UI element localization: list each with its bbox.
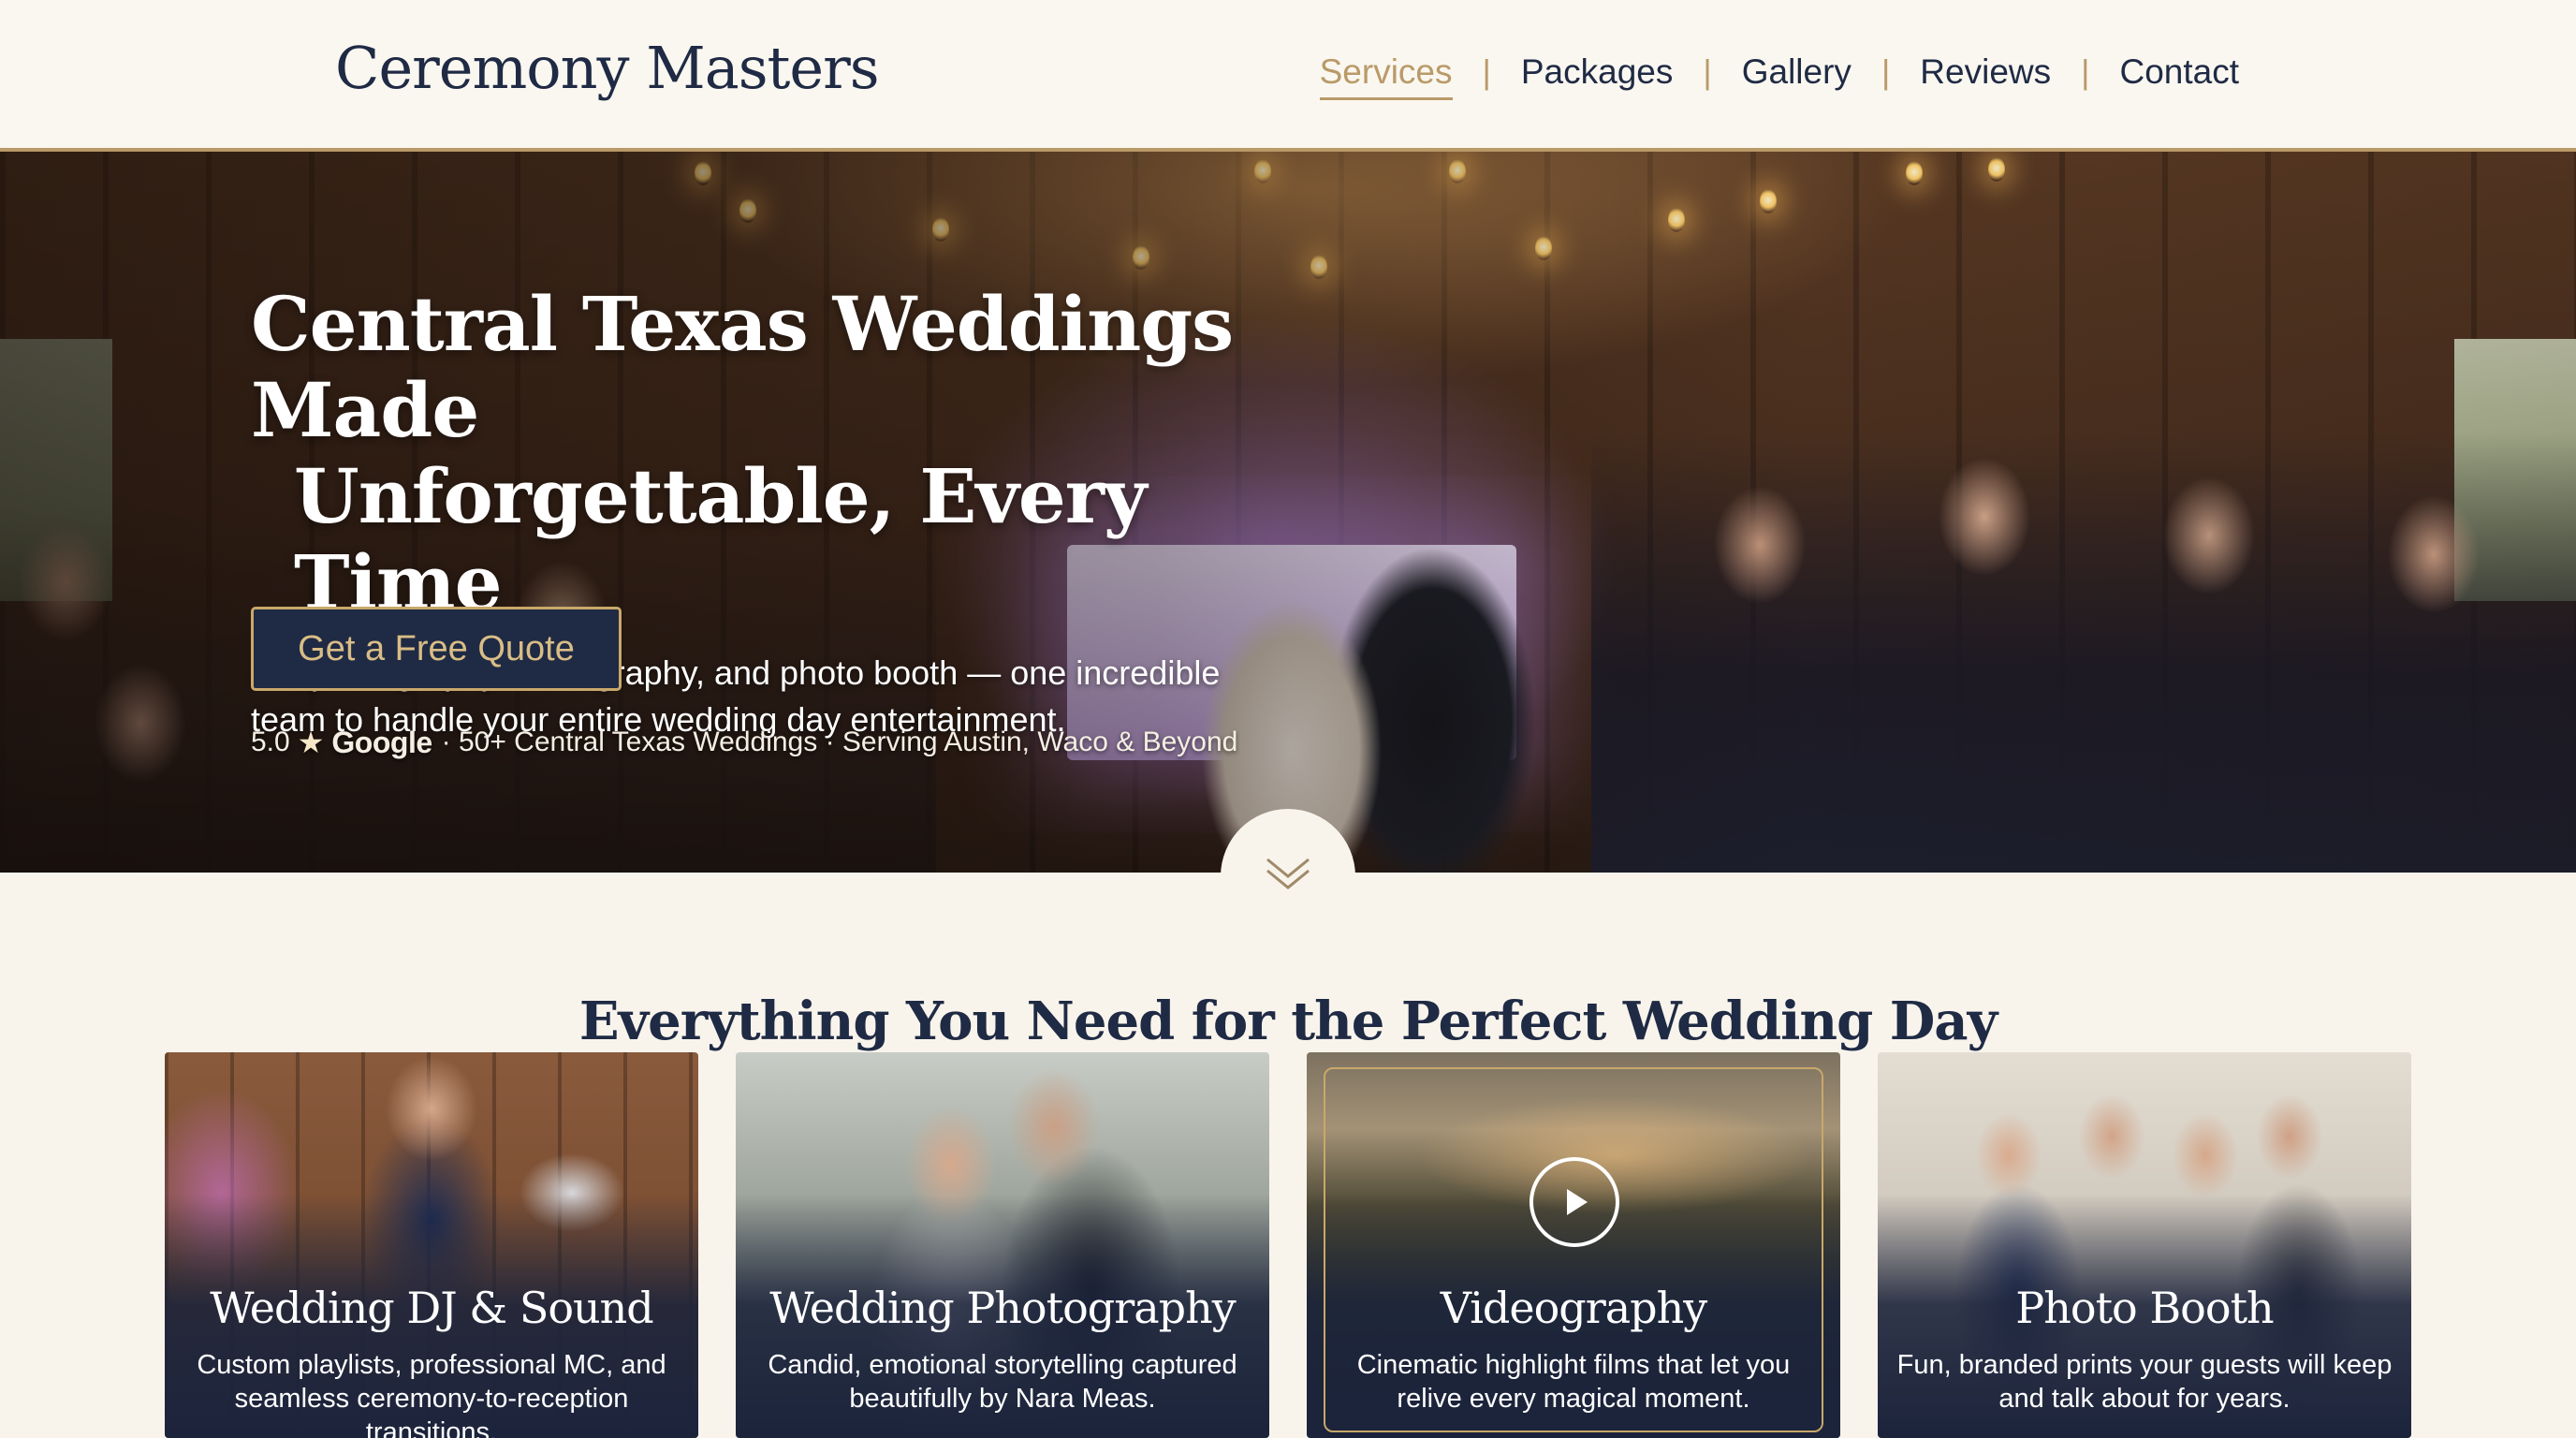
service-card-desc: Custom playlists, professional MC, and s… (197, 1350, 666, 1438)
service-card-title: Wedding DJ & Sound (210, 1283, 653, 1333)
scroll-down-button[interactable] (1221, 809, 1355, 944)
service-card-photography[interactable]: Wedding Photography Candid, emotional st… (736, 1052, 1269, 1438)
nav-separator: | (1881, 52, 1891, 91)
nav-separator: | (2081, 52, 2090, 91)
site-header: Ceremony Masters Services | Packages | G… (0, 0, 2576, 152)
service-card-title: Videography (1440, 1283, 1707, 1333)
nav-contact[interactable]: Contact (2119, 52, 2239, 92)
play-icon[interactable] (1530, 1157, 1619, 1247)
nav-reviews[interactable]: Reviews (1920, 52, 2051, 92)
service-card-photo-booth[interactable]: Photo Booth Fun, branded prints your gue… (1878, 1052, 2411, 1438)
service-card-desc: Fun, branded prints your guests will kee… (1896, 1350, 2393, 1414)
nav-packages[interactable]: Packages (1521, 52, 1674, 92)
hero-title-line2: Unforgettable, Every Time (294, 452, 1147, 626)
service-card-title: Photo Booth (2015, 1283, 2274, 1333)
hero-title: Central Texas Weddings Made Unforgettabl… (251, 281, 1374, 625)
chevron-down-icon (1266, 858, 1310, 889)
rating-value: 5.0 (251, 726, 290, 757)
service-card-title: Wedding Photography (769, 1283, 1236, 1333)
main-nav: Services | Packages | Gallery | Reviews … (1319, 49, 2239, 100)
nav-separator: | (1703, 52, 1712, 91)
service-card-desc: Candid, emotional storytelling captured … (768, 1350, 1237, 1414)
free-quote-button[interactable]: Get a Free Quote (251, 607, 622, 691)
services-cards: Wedding DJ & Sound Custom playlists, pro… (165, 1052, 2411, 1438)
nav-services[interactable]: Services (1319, 52, 1453, 100)
brand-logo[interactable]: Ceremony Masters (335, 34, 880, 102)
nav-gallery[interactable]: Gallery (1742, 52, 1852, 92)
service-card-videography[interactable]: Videography Cinematic highlight films th… (1307, 1052, 1840, 1438)
google-logo: Google (331, 725, 432, 759)
nav-separator: | (1482, 52, 1491, 91)
services-heading: Everything You Need for the Perfect Wedd… (578, 990, 1998, 1053)
play-triangle-icon (1567, 1189, 1588, 1215)
hero-section: Central Texas Weddings Made Unforgettabl… (0, 152, 2576, 873)
hero-title-line1: Central Texas Weddings Made (251, 280, 1234, 454)
service-card-desc: Cinematic highlight films that let you r… (1356, 1350, 1791, 1414)
star-icon: ★ (297, 726, 325, 759)
rating-strip: 5.0 ★ Google · 50+ Central Texas Wedding… (251, 725, 1237, 760)
service-card-dj[interactable]: Wedding DJ & Sound Custom playlists, pro… (165, 1052, 698, 1438)
rating-details: · 50+ Central Texas Weddings · Serving A… (441, 726, 1238, 757)
